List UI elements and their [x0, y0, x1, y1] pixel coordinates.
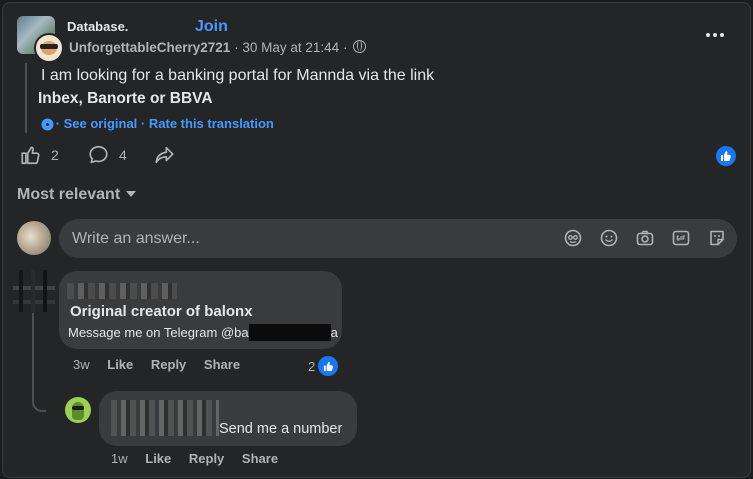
- redacted-handle: [248, 324, 331, 341]
- comment-input[interactable]: Write an answer...: [59, 219, 737, 258]
- reaction-count: 2: [308, 358, 316, 374]
- reply-actions: 1w Like Reply Share: [111, 451, 292, 466]
- comment-reply-button[interactable]: Reply: [151, 357, 186, 372]
- reply-bubble: Send me a number: [99, 391, 357, 446]
- translate-gear-icon[interactable]: [43, 120, 52, 129]
- emoji-icon[interactable]: [599, 228, 619, 248]
- reply-thread-line: [32, 313, 46, 412]
- like-count: 2: [51, 147, 59, 163]
- meta-separator: ·: [342, 40, 348, 55]
- post-timestamp[interactable]: 30 May at 21:44: [242, 40, 339, 55]
- translation-separator: ·: [140, 116, 146, 131]
- comment-body-suffix: a: [330, 325, 338, 340]
- post-text-line-1: I am looking for a banking portal for Ma…: [41, 67, 435, 84]
- post-card: Database. Join UnforgettableCherry2721 ·…: [2, 2, 751, 478]
- thumbs-up-icon: [21, 146, 40, 165]
- author-avatar[interactable]: [34, 33, 64, 63]
- comment-like-button[interactable]: Like: [107, 357, 133, 372]
- comment-input-placeholder: Write an answer...: [72, 230, 200, 247]
- reply-time[interactable]: 1w: [111, 451, 128, 466]
- share-button[interactable]: [153, 143, 176, 167]
- translation-separator: ·: [55, 116, 60, 131]
- comment-count: 4: [119, 147, 127, 163]
- comment-reactions[interactable]: 2: [308, 355, 340, 377]
- like-reaction-icon[interactable]: [716, 146, 736, 166]
- reply-author-name-redacted[interactable]: [111, 400, 219, 436]
- reply-body: Send me a number: [219, 421, 343, 437]
- translation-quote-bar: [25, 63, 27, 133]
- commenter-avatar-redacted[interactable]: [13, 270, 55, 312]
- like-button[interactable]: 2: [19, 143, 59, 167]
- reply-like-button[interactable]: Like: [145, 451, 171, 466]
- comment-button[interactable]: 4: [87, 143, 127, 167]
- group-name[interactable]: Database.: [67, 19, 128, 34]
- comment-actions: 3w Like Reply Share: [73, 357, 254, 372]
- meta-separator: ·: [234, 40, 239, 55]
- avatar-sticker-icon[interactable]: [563, 228, 583, 248]
- comment-time[interactable]: 3w: [73, 357, 90, 372]
- dot-icon: [713, 33, 717, 37]
- rate-translation-link[interactable]: Rate this translation: [149, 116, 274, 131]
- comment-bubble: Original creator of balonx Message me on…: [59, 271, 342, 349]
- caret-down-icon: [126, 191, 137, 197]
- thumbs-up-glyph: [721, 151, 731, 161]
- commenter-name-redacted[interactable]: [67, 283, 177, 299]
- reply-share-button[interactable]: Share: [242, 451, 278, 466]
- comment-body-prefix: Message me on Telegram @ba: [68, 325, 249, 340]
- more-options-button[interactable]: [701, 25, 729, 45]
- share-arrow-icon: [155, 146, 174, 164]
- avatar-cartoon-head: [72, 402, 84, 420]
- translation-row: · See original · Rate this translation: [43, 116, 274, 131]
- composer-toolbar: [563, 228, 727, 248]
- reply-reply-button[interactable]: Reply: [189, 451, 224, 466]
- reply-author-avatar[interactable]: [65, 397, 91, 423]
- sticker-icon[interactable]: [707, 228, 727, 248]
- gif-icon[interactable]: [671, 228, 691, 248]
- dot-icon: [720, 33, 724, 37]
- post-meta: UnforgettableCherry2721 · 30 May at 21:4…: [69, 40, 367, 55]
- author-name[interactable]: UnforgettableCherry2721: [69, 40, 230, 55]
- camera-icon[interactable]: [635, 228, 655, 248]
- join-group-button[interactable]: Join: [195, 18, 228, 36]
- comment-body: Message me on Telegram @ba a: [68, 324, 338, 341]
- see-original-link[interactable]: See original: [64, 116, 138, 131]
- comment-share-button[interactable]: Share: [204, 357, 240, 372]
- like-reaction-icon: [317, 355, 340, 377]
- comment-sort-dropdown[interactable]: Most relevant: [17, 186, 137, 204]
- sort-label: Most relevant: [17, 186, 121, 203]
- current-user-avatar: [17, 221, 51, 255]
- globe-icon[interactable]: [353, 40, 367, 53]
- post-text-line-2: Inbex, Banorte or BBVA: [38, 90, 213, 107]
- avatar-glasses: [40, 44, 58, 49]
- avatar-cartoon-eyes: [72, 406, 84, 410]
- comment-bubble-icon: [89, 145, 108, 164]
- dot-icon: [706, 33, 710, 37]
- comment-title: Original creator of balonx: [70, 303, 253, 320]
